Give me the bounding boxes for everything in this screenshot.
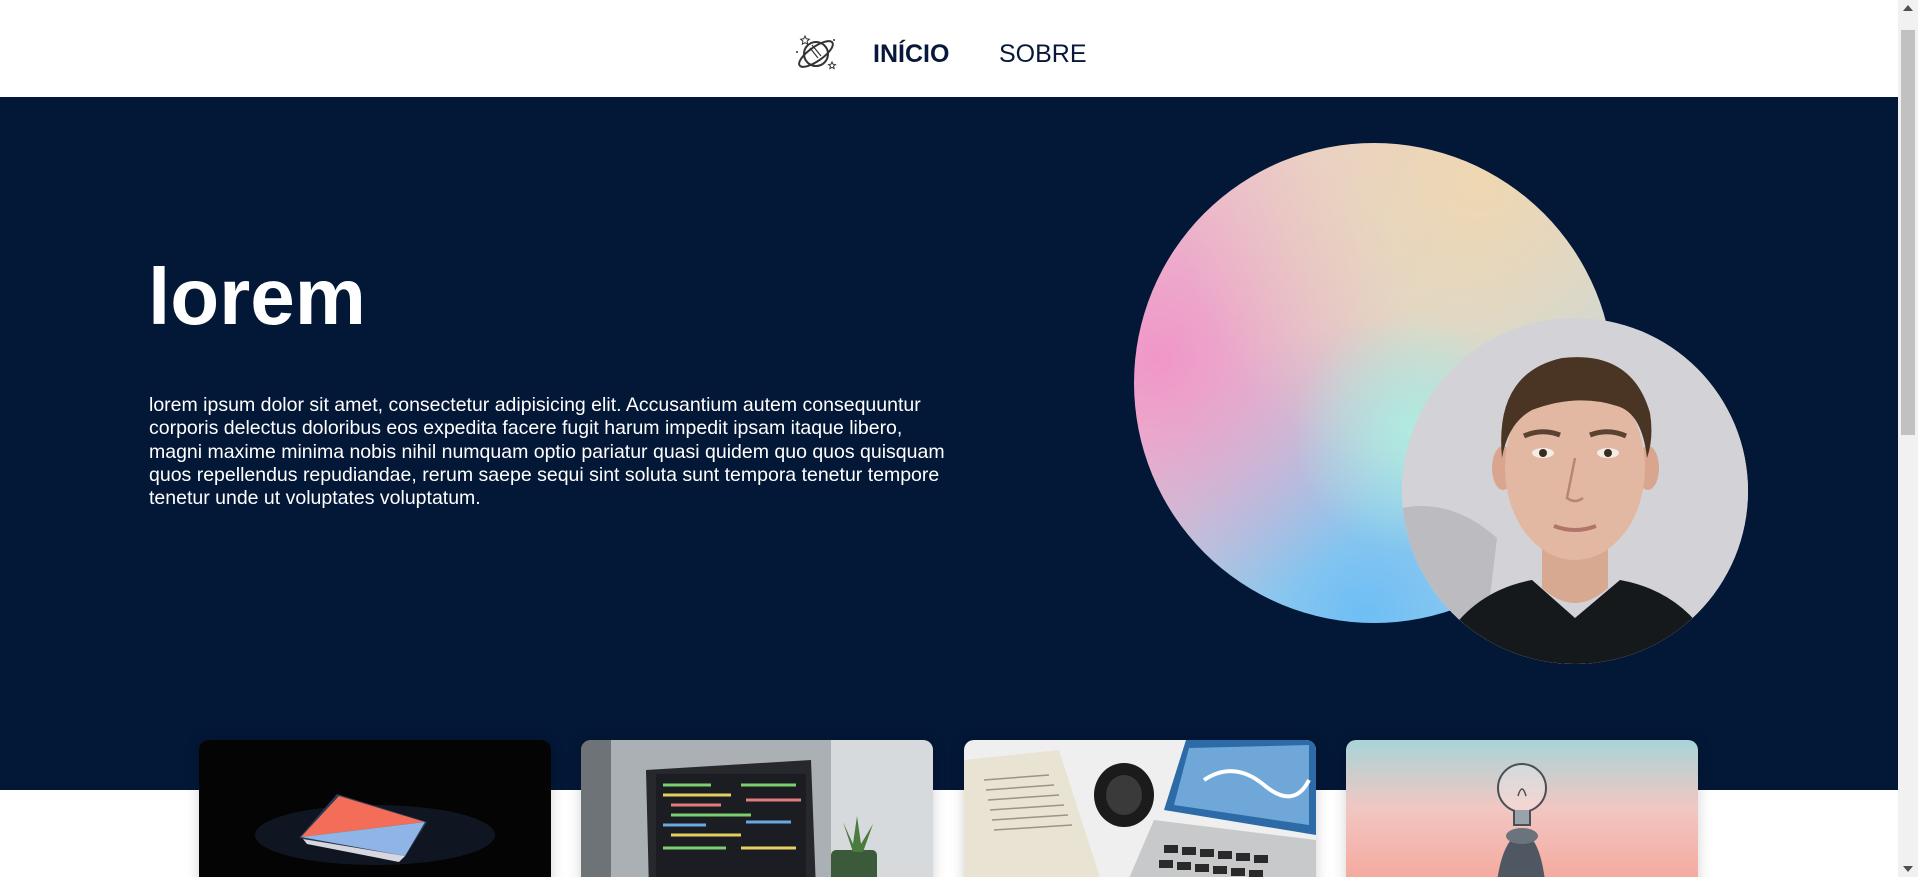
card-desk-camera[interactable] bbox=[964, 740, 1316, 877]
lightbulb-photo bbox=[1346, 740, 1698, 877]
card-laptop-dark[interactable] bbox=[199, 740, 551, 877]
avatar bbox=[1402, 318, 1748, 664]
laptop-code-photo bbox=[581, 740, 933, 877]
hero-title: lorem bbox=[148, 252, 366, 341]
planet-icon bbox=[796, 34, 837, 70]
nav-sobre[interactable]: SOBRE bbox=[999, 40, 1087, 69]
desk-camera-photo bbox=[964, 740, 1316, 877]
nav-inicio[interactable]: INÍCIO bbox=[873, 40, 949, 69]
scroll-up-arrow-icon[interactable] bbox=[1898, 0, 1918, 17]
card-lightbulb[interactable] bbox=[1346, 740, 1698, 877]
page: INÍCIO SOBRE lorem lorem ipsum dolor sit… bbox=[0, 0, 1898, 877]
card-laptop-code[interactable] bbox=[581, 740, 933, 877]
laptop-dark-photo bbox=[199, 740, 551, 877]
profile-photo bbox=[1402, 318, 1748, 664]
scroll-down-arrow-icon[interactable] bbox=[1898, 860, 1918, 877]
vertical-scrollbar[interactable] bbox=[1898, 0, 1918, 877]
site-header: INÍCIO SOBRE bbox=[0, 0, 1898, 97]
hero-description: lorem ipsum dolor sit amet, consectetur … bbox=[149, 394, 945, 510]
logo[interactable] bbox=[794, 32, 840, 74]
scrollbar-thumb[interactable] bbox=[1901, 30, 1915, 435]
